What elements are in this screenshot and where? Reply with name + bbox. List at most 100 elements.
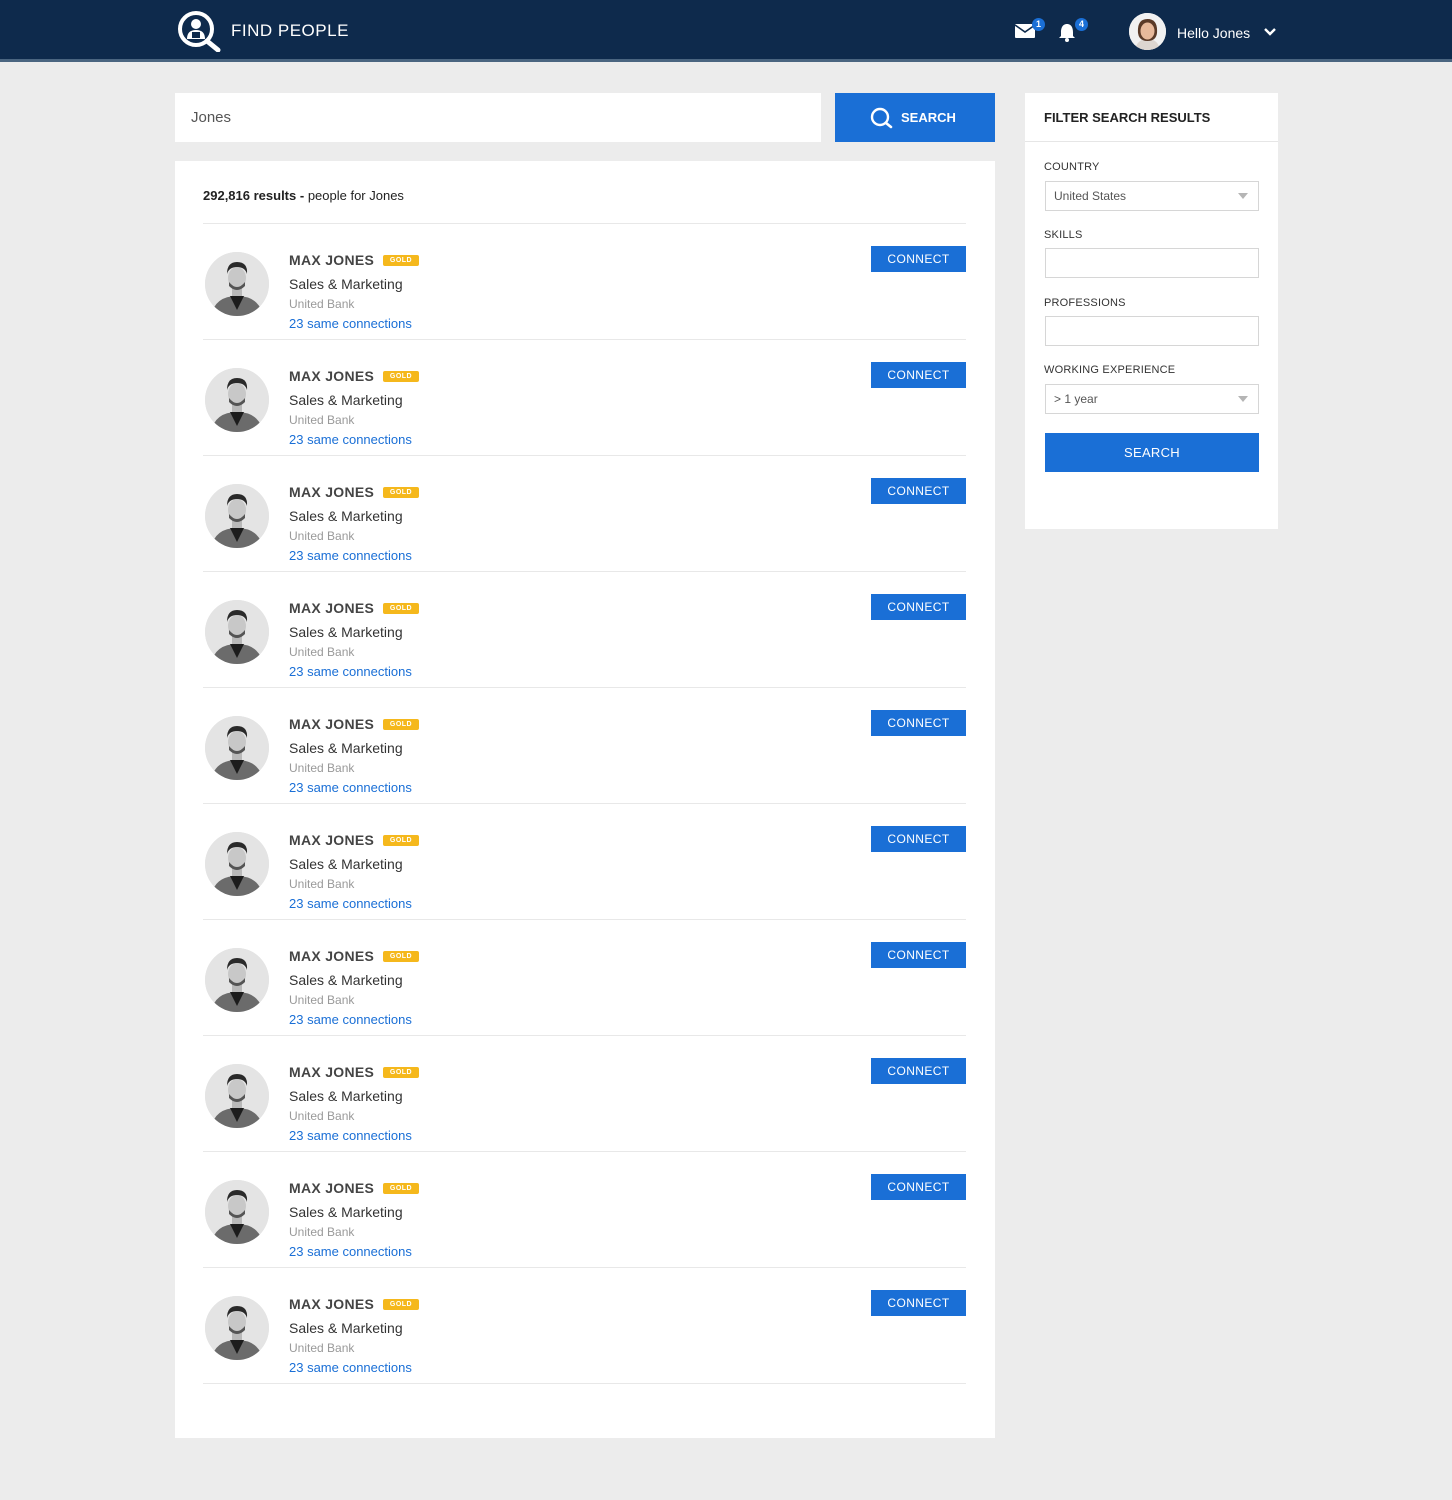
skills-field[interactable] [1045, 248, 1259, 278]
person-avatar[interactable] [205, 1064, 269, 1128]
same-connections-link[interactable]: 23 same connections [289, 1244, 412, 1259]
result-row: MAX JONES GOLD Sales & Marketing United Ban… [203, 1151, 966, 1267]
results-count: 292,816 results - [203, 188, 305, 203]
user-menu[interactable]: Hello Jones [1129, 13, 1281, 51]
gold-badge: GOLD [383, 603, 419, 614]
notifications-button[interactable]: 4 [1057, 18, 1088, 46]
gold-badge: GOLD [383, 719, 419, 730]
result-row: MAX JONES GOLD Sales & Marketing United Ban… [203, 687, 966, 803]
person-name[interactable]: MAX JONES [289, 948, 374, 964]
country-select[interactable]: United States [1045, 181, 1259, 211]
person-company: United Bank [289, 413, 355, 427]
filter-divider [1025, 141, 1278, 142]
messages-button[interactable]: 1 [1014, 18, 1045, 46]
person-name[interactable]: MAX JONES [289, 484, 374, 500]
person-company: United Bank [289, 297, 355, 311]
result-divider [203, 919, 966, 920]
skills-label: SKILLS [1044, 229, 1083, 241]
connect-button[interactable]: CONNECT [871, 710, 966, 736]
dropdown-caret-icon [1238, 193, 1248, 199]
mail-badge: 1 [1032, 18, 1045, 31]
person-avatar[interactable] [205, 832, 269, 896]
person-name[interactable]: MAX JONES [289, 716, 374, 732]
same-connections-link[interactable]: 23 same connections [289, 1360, 412, 1375]
user-avatar [1129, 13, 1166, 50]
gold-badge: GOLD [383, 371, 419, 382]
result-row: MAX JONES GOLD Sales & Marketing United Ban… [203, 919, 966, 1035]
top-navbar: FIND PEOPLE 1 4 Hello Jones [0, 0, 1452, 62]
person-name[interactable]: MAX JONES [289, 368, 374, 384]
result-divider [203, 339, 966, 340]
person-title: Sales & Marketing [289, 1088, 403, 1104]
connect-button[interactable]: CONNECT [871, 942, 966, 968]
result-row: MAX JONES GOLD Sales & Marketing United Ban… [203, 571, 966, 687]
connect-button[interactable]: CONNECT [871, 246, 966, 272]
same-connections-link[interactable]: 23 same connections [289, 316, 412, 331]
person-name[interactable]: MAX JONES [289, 1180, 374, 1196]
bell-icon [1059, 24, 1075, 42]
country-value: United States [1054, 189, 1127, 203]
person-avatar[interactable] [205, 368, 269, 432]
person-company: United Bank [289, 529, 355, 543]
person-title: Sales & Marketing [289, 392, 403, 408]
gold-badge: GOLD [383, 487, 419, 498]
person-company: United Bank [289, 761, 355, 775]
person-title: Sales & Marketing [289, 1204, 403, 1220]
person-avatar[interactable] [205, 716, 269, 780]
connect-button[interactable]: CONNECT [871, 1174, 966, 1200]
same-connections-link[interactable]: 23 same connections [289, 780, 412, 795]
result-divider [203, 803, 966, 804]
same-connections-link[interactable]: 23 same connections [289, 896, 412, 911]
connect-button[interactable]: CONNECT [871, 594, 966, 620]
person-name[interactable]: MAX JONES [289, 1064, 374, 1080]
experience-value: > 1 year [1054, 392, 1098, 406]
connect-button[interactable]: CONNECT [871, 478, 966, 504]
connect-button[interactable]: CONNECT [871, 1290, 966, 1316]
professions-field[interactable] [1045, 316, 1259, 346]
experience-select[interactable]: > 1 year [1045, 384, 1259, 414]
result-row: MAX JONES GOLD Sales & Marketing United Ban… [203, 1035, 966, 1151]
same-connections-link[interactable]: 23 same connections [289, 548, 412, 563]
results-panel: 292,816 results - people for Jones MAX J… [175, 161, 995, 1438]
filter-panel: FILTER SEARCH RESULTS COUNTRY United Sta… [1025, 93, 1278, 529]
connect-button[interactable]: CONNECT [871, 826, 966, 852]
person-company: United Bank [289, 645, 355, 659]
connect-button[interactable]: CONNECT [871, 362, 966, 388]
gold-badge: GOLD [383, 1183, 419, 1194]
search-input[interactable] [175, 93, 821, 142]
person-title: Sales & Marketing [289, 624, 403, 640]
connect-button[interactable]: CONNECT [871, 1058, 966, 1084]
same-connections-link[interactable]: 23 same connections [289, 1128, 412, 1143]
person-title: Sales & Marketing [289, 972, 403, 988]
filter-title: FILTER SEARCH RESULTS [1044, 110, 1211, 125]
filter-search-button[interactable]: SEARCH [1045, 433, 1259, 472]
person-avatar[interactable] [205, 1296, 269, 1360]
person-company: United Bank [289, 1341, 355, 1355]
app-logo-icon[interactable] [176, 10, 222, 53]
result-divider [203, 223, 966, 224]
person-company: United Bank [289, 877, 355, 891]
person-name[interactable]: MAX JONES [289, 832, 374, 848]
search-icon [870, 107, 893, 129]
gold-badge: GOLD [383, 951, 419, 962]
same-connections-link[interactable]: 23 same connections [289, 1012, 412, 1027]
same-connections-link[interactable]: 23 same connections [289, 664, 412, 679]
professions-label: PROFESSIONS [1044, 297, 1126, 309]
gold-badge: GOLD [383, 255, 419, 266]
same-connections-link[interactable]: 23 same connections [289, 432, 412, 447]
person-avatar[interactable] [205, 484, 269, 548]
result-divider [203, 1267, 966, 1268]
result-row: MAX JONES GOLD Sales & Marketing United Ban… [203, 803, 966, 919]
person-name[interactable]: MAX JONES [289, 1296, 374, 1312]
person-name[interactable]: MAX JONES [289, 252, 374, 268]
person-company: United Bank [289, 1109, 355, 1123]
user-greeting: Hello Jones [1177, 25, 1251, 41]
person-avatar[interactable] [205, 948, 269, 1012]
gold-badge: GOLD [383, 835, 419, 846]
person-avatar[interactable] [205, 1180, 269, 1244]
person-name[interactable]: MAX JONES [289, 600, 374, 616]
gold-badge: GOLD [383, 1067, 419, 1078]
person-avatar[interactable] [205, 252, 269, 316]
search-button[interactable]: SEARCH [835, 93, 995, 142]
person-avatar[interactable] [205, 600, 269, 664]
